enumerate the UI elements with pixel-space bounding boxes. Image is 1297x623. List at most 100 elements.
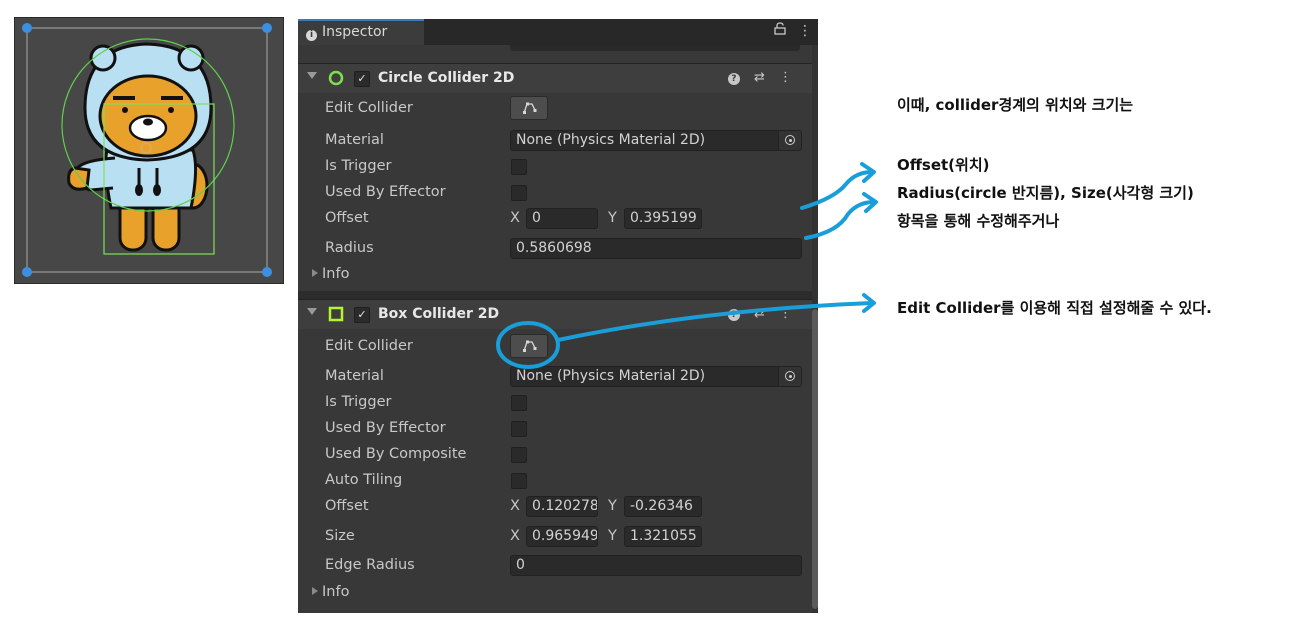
fold-arrow-icon[interactable] [307, 72, 317, 79]
circle-material-field[interactable]: None (Physics Material 2D) [510, 130, 802, 151]
menu-dots-icon[interactable]: ⋮ [779, 306, 792, 321]
edit-collider-icon [523, 340, 537, 352]
offset-y-axis-label[interactable]: Y [608, 210, 617, 226]
foldout-arrow-icon [312, 587, 318, 595]
box-size-row: Size X 0.965949 Y 1.321055 [298, 524, 818, 550]
box-edit-collider-button[interactable] [510, 334, 548, 358]
info-label: Info [322, 584, 350, 600]
cropped-field [510, 45, 800, 51]
circle-header-tools: ? ⇄ ⋮ [718, 70, 792, 85]
rect-handle-top-right[interactable] [262, 23, 272, 33]
size-x-axis-label[interactable]: X [510, 528, 520, 544]
note-line-3: Radius(circle 반지름), Size(사각형 크기) [897, 184, 1194, 202]
note-line-4: 항목을 통해 수정해주거나 [897, 212, 1060, 230]
rect-handle-bottom-right[interactable] [262, 267, 272, 277]
circle-collider-enabled-checkbox[interactable]: ✓ [354, 71, 370, 87]
material-label: Material [325, 368, 384, 384]
is-trigger-label: Is Trigger [325, 394, 392, 410]
box-offset-y-field[interactable]: -0.26346 [624, 496, 702, 517]
note-line-1: 이때, collider경계의 위치와 크기는 [897, 96, 1134, 114]
circle-is-trigger-checkbox[interactable] [511, 159, 527, 175]
box-auto-tiling-row: Auto Tiling [298, 468, 818, 494]
box-header-tools: ? ⇄ ⋮ [718, 306, 792, 321]
box-size-x-field[interactable]: 0.965949 [526, 526, 598, 547]
box-is-trigger-checkbox[interactable] [511, 395, 527, 411]
fold-arrow-icon[interactable] [307, 308, 317, 315]
material-label: Material [325, 132, 384, 148]
scene-view[interactable] [14, 17, 284, 284]
edit-collider-label: Edit Collider [325, 338, 413, 354]
box-is-trigger-row: Is Trigger [298, 390, 818, 416]
box-edge-radius-field[interactable]: 0 [510, 555, 802, 576]
arrowhead-icon [862, 293, 876, 313]
circle-used-by-effector-row: Used By Effector [298, 180, 818, 206]
circle-edit-collider-button[interactable] [510, 96, 548, 120]
tab-inspector-label: Inspector [322, 24, 388, 40]
box-used-by-composite-row: Used By Composite [298, 442, 818, 468]
scene-viewport [22, 23, 272, 277]
note-line-2: Offset(위치) [897, 156, 990, 174]
note-line-5: Edit Collider를 이용해 직접 설정해줄 수 있다. [897, 299, 1212, 317]
rect-handle-top-left[interactable] [22, 23, 32, 33]
edge-radius-label: Edge Radius [325, 557, 415, 573]
circle-collider-title: Circle Collider 2D [378, 70, 515, 86]
box-offset-x-field[interactable]: 0.120278 [526, 496, 598, 517]
foldout-arrow-icon [312, 269, 318, 277]
object-picker-icon[interactable] [778, 367, 801, 386]
info-foldout[interactable]: Info [312, 266, 349, 282]
radius-label: Radius [325, 240, 374, 256]
circle-info-row[interactable]: Info [298, 262, 818, 288]
box-collider-header[interactable]: ✓ Box Collider 2D ? ⇄ ⋮ [298, 299, 818, 329]
object-picker-icon[interactable] [778, 131, 801, 150]
circle-is-trigger-row: Is Trigger [298, 154, 818, 180]
circle-radius-row: Radius 0.5860698 [298, 236, 818, 262]
arrowhead-icon [862, 192, 878, 213]
circle-radius-field[interactable]: 0.5860698 [510, 238, 802, 259]
preset-icon[interactable]: ⇄ [754, 70, 765, 85]
component-divider [298, 291, 818, 299]
box-collider-title: Box Collider 2D [378, 306, 500, 322]
box-auto-tiling-checkbox[interactable] [511, 473, 527, 489]
box-material-field[interactable]: None (Physics Material 2D) [510, 366, 802, 387]
info-icon: i [306, 30, 317, 41]
box-offset-row: Offset X 0.120278 Y -0.26346 [298, 494, 818, 520]
box-info-row[interactable]: Info [298, 580, 818, 606]
box-size-y-field[interactable]: 1.321055 [624, 526, 702, 547]
material-value: None (Physics Material 2D) [516, 368, 706, 384]
arrowhead-icon [860, 162, 876, 183]
offset-x-axis-label[interactable]: X [510, 210, 520, 226]
character-sprite [67, 42, 213, 252]
used-by-composite-label: Used By Composite [325, 446, 467, 462]
offset-label: Offset [325, 210, 369, 226]
used-by-effector-label: Used By Effector [325, 420, 446, 436]
circle-material-row: Material None (Physics Material 2D) [298, 128, 818, 154]
circle-offset-x-field[interactable]: 0 [526, 208, 598, 229]
tab-tools: ⋮ [766, 22, 812, 39]
auto-tiling-label: Auto Tiling [325, 472, 403, 488]
help-icon[interactable]: ? [727, 309, 740, 321]
menu-dots-icon[interactable]: ⋮ [779, 70, 792, 85]
inspector-panel: i Inspector ⋮ ✓ Circle Collider 2D ? ⇄ ⋮ … [298, 19, 818, 613]
help-icon[interactable]: ? [727, 73, 740, 85]
preset-icon[interactable]: ⇄ [754, 306, 765, 321]
circle-collider-icon [328, 70, 344, 86]
box-used-by-composite-checkbox[interactable] [511, 447, 527, 463]
offset-x-axis-label[interactable]: X [510, 498, 520, 514]
rect-handle-bottom-left[interactable] [22, 267, 32, 277]
info-foldout[interactable]: Info [312, 584, 349, 600]
cropped-row [298, 45, 818, 63]
circle-offset-row: Offset X 0 Y 0.395199 [298, 206, 818, 232]
circle-offset-y-field[interactable]: 0.395199 [624, 208, 702, 229]
tab-inspector[interactable]: i Inspector [298, 19, 424, 45]
size-y-axis-label[interactable]: Y [608, 528, 617, 544]
offset-label: Offset [325, 498, 369, 514]
lock-icon[interactable] [773, 22, 790, 39]
inspector-scroll-thumb[interactable] [812, 309, 818, 609]
box-used-by-effector-checkbox[interactable] [511, 421, 527, 437]
box-collider-enabled-checkbox[interactable]: ✓ [354, 307, 370, 323]
circle-used-by-effector-checkbox[interactable] [511, 185, 527, 201]
offset-y-axis-label[interactable]: Y [608, 498, 617, 514]
menu-dots-icon[interactable]: ⋮ [798, 23, 812, 39]
circle-collider-header[interactable]: ✓ Circle Collider 2D ? ⇄ ⋮ [298, 63, 818, 93]
is-trigger-label: Is Trigger [325, 158, 392, 174]
